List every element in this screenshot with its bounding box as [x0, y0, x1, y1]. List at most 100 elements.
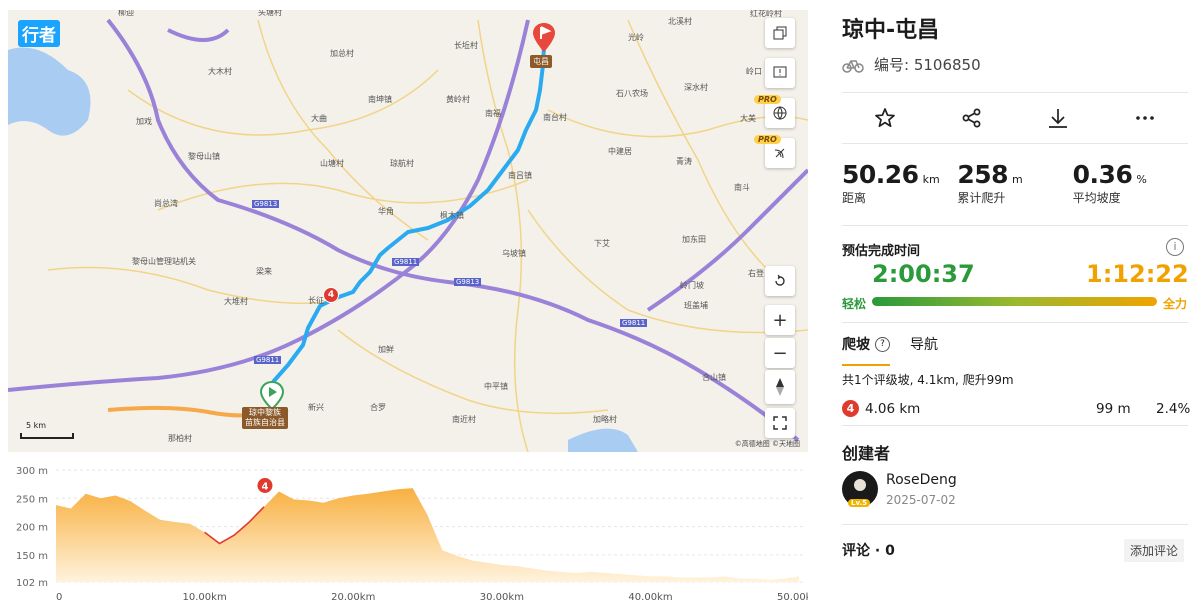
zoom-out-button[interactable]: − — [765, 338, 795, 368]
place-label: 长征 — [308, 296, 324, 305]
compass-icon — [776, 378, 784, 396]
place-label: 大曲 — [311, 114, 327, 123]
place-label: 大木村 — [208, 67, 232, 76]
creator-name[interactable]: RoseDeng — [886, 472, 957, 488]
climb-gain: 99 m — [1096, 400, 1131, 417]
place-label: 黎母山管理站机关 — [132, 257, 196, 266]
download-icon — [1049, 109, 1068, 128]
y-tick-label: 150 m — [16, 551, 48, 562]
place-label: 下艾 — [594, 239, 610, 248]
estimate-heading: 预估完成时间 — [842, 244, 921, 259]
place-label: 黄岭村 — [446, 95, 470, 104]
place-label: 加戏 — [136, 117, 152, 126]
divider — [842, 425, 1188, 426]
creator-date: 2025-07-02 — [886, 493, 956, 507]
route-id-value: 5106850 — [913, 56, 981, 74]
share-button[interactable] — [929, 93, 1016, 143]
elevation-chart[interactable]: 300 m 250 m 200 m 150 m 102 m 0 10.00km 20.00km… — [8, 462, 808, 608]
place-label: 大堆村 — [224, 297, 248, 306]
x-tick-label: 30.00km — [480, 592, 524, 603]
place-label: 南斗 — [734, 183, 750, 192]
easy-label: 轻松 — [842, 297, 867, 311]
action-bar — [842, 92, 1188, 144]
y-tick-label: 200 m — [16, 523, 48, 534]
place-label: 乌坡镇 — [502, 249, 526, 258]
start-label: 琼中黎族 苗族自治县 — [242, 407, 288, 429]
finish-flag-icon[interactable] — [532, 22, 556, 54]
add-comment-button[interactable]: 添加评论 — [1124, 539, 1185, 562]
place-label: 南坤镇 — [368, 95, 392, 104]
place-label: 合山镇 — [702, 373, 726, 382]
tab-navigation[interactable]: 导航 — [910, 334, 938, 366]
place-label: 右登 — [748, 269, 764, 278]
map-copyright: ©高德地图 ©天地图 — [734, 440, 800, 448]
road-shield: G9813 — [252, 200, 280, 208]
x-tick-label: 50.00km — [777, 592, 808, 603]
y-tick-label: 300 m — [16, 466, 48, 477]
climb-distance: 4.06 km — [865, 400, 921, 417]
place-label: 石八农场 — [616, 89, 648, 98]
fullscreen-button[interactable] — [765, 408, 795, 438]
pro-badge: PRO — [754, 135, 781, 144]
place-label: 柳迎 — [118, 10, 134, 17]
x-tick-label: 0 — [56, 592, 62, 603]
x-tick-label: 40.00km — [628, 592, 672, 603]
place-label: 加鲜 — [378, 345, 394, 354]
road-shield: G9813 — [454, 278, 482, 286]
road-shield: G9811 — [392, 258, 420, 266]
more-button[interactable] — [1102, 93, 1189, 143]
star-icon — [875, 108, 896, 128]
place-label: 南近村 — [452, 415, 476, 424]
place-label: 光岭 — [628, 33, 644, 42]
info-icon[interactable]: i — [1166, 238, 1184, 256]
zoom-in-button[interactable]: + — [765, 305, 795, 335]
place-label: 尚总湾 — [154, 199, 178, 208]
place-label: 中平镇 — [484, 382, 508, 391]
x-tick-label: 20.00km — [331, 592, 375, 603]
place-label: 南台村 — [543, 113, 567, 122]
brand-logo: 行者 — [18, 20, 60, 47]
divider — [842, 225, 1188, 226]
reset-view-button[interactable] — [765, 266, 795, 296]
route-id-label: 编号: — [874, 56, 910, 74]
satellite-icon — [774, 148, 785, 159]
creator-heading: 创建者 — [842, 444, 891, 463]
climb-summary: 共1个评级坡, 4.1km, 爬升99m — [842, 373, 1014, 387]
help-icon[interactable]: ? — [875, 336, 890, 352]
route-map[interactable]: 行者 柳迎 头塘村 长坵村 光岭 红花岭村 大木村 加总村 北溪村 岭口 加戏 … — [8, 10, 808, 452]
place-label: 加东田 — [682, 235, 706, 244]
stats-row: 50.26 km 距离 258 m 累计爬升 0.36% 平均坡度 — [842, 160, 1188, 206]
tab-bar: 爬坡? 导航 — [842, 334, 938, 366]
favorite-button[interactable] — [842, 93, 929, 143]
divider — [842, 322, 1188, 323]
stat-distance: 50.26 km 距离 — [842, 160, 940, 205]
tab-climb[interactable]: 爬坡? — [842, 334, 890, 366]
download-button[interactable] — [1015, 93, 1102, 143]
stat-elevation-gain: 258 m 累计爬升 — [957, 160, 1023, 205]
scale-bar: 5 km — [20, 419, 74, 439]
place-label: 南吕镇 — [508, 171, 532, 180]
place-label: 南福 — [485, 109, 501, 118]
place-label: 岭口 — [746, 67, 762, 76]
more-icon — [1135, 116, 1154, 120]
place-label: 琼航村 — [390, 159, 414, 168]
comments-heading: 评论 · 0 — [842, 543, 895, 559]
pro-badge: PRO — [754, 95, 781, 104]
place-label: 北溪村 — [668, 17, 692, 26]
climb-marker[interactable]: 4 — [323, 287, 339, 303]
climb-row[interactable]: 4 4.06 km 99 m 2.4% — [842, 400, 1191, 417]
place-label: 枫木镇 — [440, 211, 464, 220]
feedback-button[interactable] — [765, 58, 795, 88]
x-tick-label: 10.00km — [183, 592, 227, 603]
effort-gradient-bar — [872, 297, 1157, 306]
elevation-area — [56, 488, 800, 582]
copy-button[interactable] — [765, 18, 795, 48]
compass-button[interactable] — [765, 370, 795, 404]
full-effort-time: 1:12:22 — [1086, 260, 1189, 288]
reset-icon — [775, 274, 785, 286]
end-label: 屯昌 — [530, 55, 552, 68]
climb-grade: 2.4% — [1156, 400, 1191, 417]
place-label: 长坵村 — [454, 41, 478, 50]
map-base — [8, 18, 808, 452]
y-tick-label: 102 m — [16, 578, 48, 589]
